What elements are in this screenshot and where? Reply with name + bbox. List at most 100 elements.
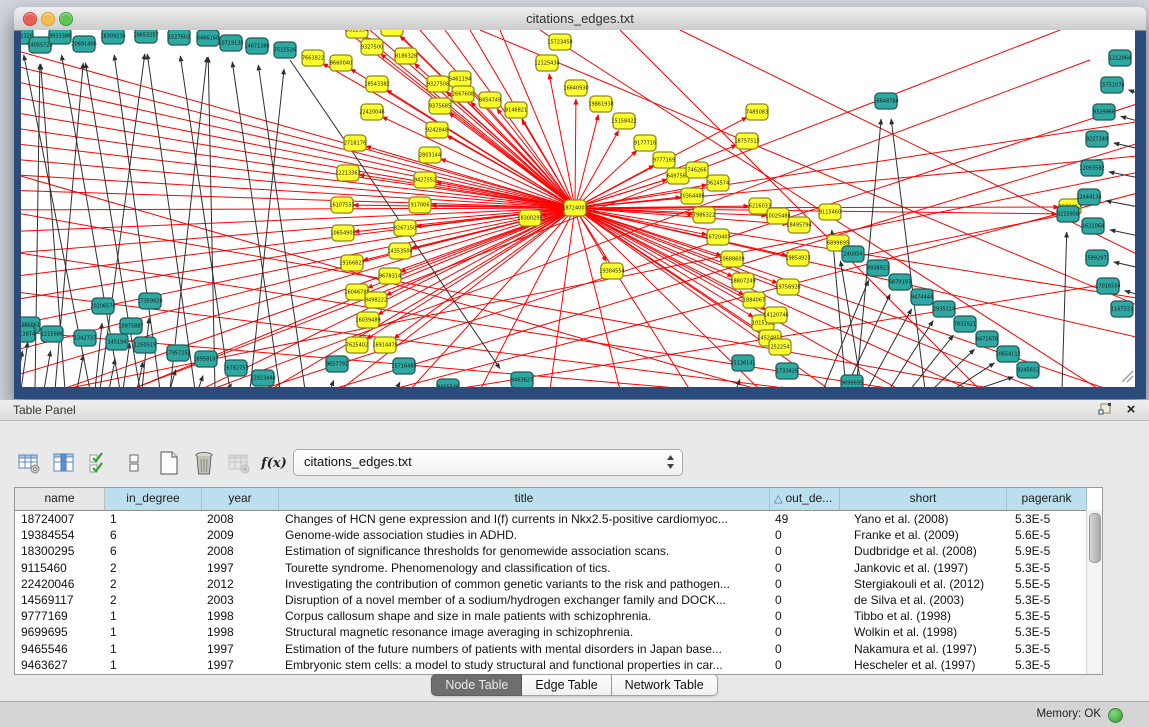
graph-node-label: 9463627 (511, 378, 533, 384)
column-header-in-degree[interactable]: in_degree (105, 488, 202, 510)
close-traffic-light[interactable] (23, 12, 37, 26)
table-row[interactable]: 946362711997Embryonic stem cells: a mode… (15, 657, 1087, 673)
column-header-name[interactable]: name (15, 488, 105, 510)
table-cell: 1997 (202, 641, 279, 657)
table-cell: 5.3E-5 (1007, 608, 1087, 624)
table-row[interactable]: 969969511998Structural magnetic resonanc… (15, 624, 1087, 640)
table-body: 1872400712008Changes of HCN gene express… (15, 511, 1087, 674)
minimize-traffic-light[interactable] (41, 12, 55, 26)
table-selector-value: citations_edges.txt (294, 450, 682, 473)
resize-grip[interactable] (1122, 371, 1133, 382)
deselect-all-button[interactable] (121, 450, 147, 476)
tab-edge-table[interactable]: Edge Table (522, 674, 611, 696)
graph-node-label: 18300295 (517, 216, 542, 222)
table-selector-dropdown[interactable]: citations_edges.txt (293, 449, 683, 476)
graph-edge (35, 64, 40, 387)
table-cell: 5.3E-5 (1007, 592, 1087, 608)
fx-icon: f(x) (261, 456, 287, 471)
zoom-traffic-light[interactable] (59, 12, 73, 26)
graph-edge (891, 119, 925, 387)
graph-node-label: 19854923 (785, 256, 810, 262)
table-cell: Nakamura et al. (1997) (840, 641, 1007, 657)
graph-node-label: 9245652 (1017, 368, 1039, 374)
sort-ascending-icon: △ (774, 493, 782, 505)
table-cell: 2008 (202, 543, 279, 559)
table-cell: 2 (105, 592, 202, 608)
table-cell: 6 (105, 543, 202, 559)
graph-node-label: 9242848 (426, 128, 448, 134)
delete-table-button[interactable] (226, 450, 252, 476)
show-columns-button[interactable] (51, 450, 77, 476)
graph-edge (21, 208, 575, 254)
table-cell: Genome-wide association studies in ADHD. (279, 527, 770, 543)
graph-node-label: 20364486 (679, 194, 704, 200)
table-cell: 5.3E-5 (1007, 560, 1087, 576)
function-builder-button[interactable]: f(x) (261, 450, 287, 476)
close-icon[interactable]: × (1121, 401, 1141, 419)
table-row[interactable]: 1456911722003Disruption of a novel membe… (15, 592, 1087, 608)
table-cell: 1998 (202, 624, 279, 640)
column-header-year[interactable]: year (202, 488, 279, 510)
table-mode-button[interactable] (16, 450, 42, 476)
graph-node-label: 18543382 (364, 82, 389, 88)
delete-column-button[interactable] (191, 450, 217, 476)
table-row[interactable]: 1938455462009Genome-wide association stu… (15, 527, 1087, 543)
graph-node-label: 9699695 (841, 381, 863, 387)
scrollbar-thumb[interactable] (1089, 513, 1101, 563)
table-cell: 2008 (202, 511, 279, 527)
table-row[interactable]: 946554611997Estimation of the future num… (15, 641, 1087, 657)
graph-node-label: 8912954 (346, 30, 368, 34)
select-all-button[interactable] (86, 450, 112, 476)
table-row[interactable]: 1830029562008Estimation of significance … (15, 543, 1087, 559)
graph-edge (21, 208, 575, 210)
graph-node-label: 145194 (107, 340, 126, 346)
graph-node-label: 10654905 (330, 231, 355, 237)
graph-node-label: 8660040 (330, 61, 352, 67)
table-cell: 9115460 (15, 560, 105, 576)
network-canvas[interactable]: 2931326140557249933386206914061830923410… (21, 30, 1135, 387)
graph-edge (845, 294, 890, 387)
graph-node-label: 6466160 (197, 36, 219, 42)
table-type-tabs: Node Table Edge Table Network Table (0, 674, 1149, 696)
table-header-row: name in_degree yeartitle△out_de...shortpag… (15, 488, 1102, 511)
float-window-icon[interactable] (1095, 401, 1115, 419)
graph-node-label: 9375685 (429, 104, 451, 110)
column-header-title[interactable]: title (279, 488, 770, 510)
column-header-pagerank[interactable]: pagerank (1007, 488, 1087, 510)
graph-node-label: 1167533 (1111, 307, 1133, 313)
table-cell: 0 (770, 560, 840, 576)
table-cell: Yano et al. (2008) (840, 511, 1007, 527)
table-cell: Structural magnetic resonance image aver… (279, 624, 770, 640)
graph-node-label: 1212064 (1109, 56, 1131, 62)
tab-node-table[interactable]: Node Table (431, 674, 522, 696)
table-row[interactable]: 1872400712008Changes of HCN gene express… (15, 511, 1087, 527)
table-cell: 0 (770, 641, 840, 657)
vertical-scrollbar[interactable] (1086, 510, 1102, 674)
table-cell: Changes of HCN gene expression and I(f) … (279, 511, 770, 527)
network-window-titlebar[interactable]: citations_edges.txt (14, 7, 1146, 31)
create-column-button[interactable] (156, 450, 182, 476)
graph-node-label: 18757515 (734, 139, 759, 145)
table-cell: de Silva et al. (2003) (840, 592, 1007, 608)
table-row[interactable]: 2242004622012Investigating the contribut… (15, 576, 1087, 592)
graph-node-label: 9115460 (819, 210, 841, 216)
graph-node-label: 14353504 (387, 249, 412, 255)
table-cell: 0 (770, 624, 840, 640)
table-cell: 14569117 (15, 592, 105, 608)
column-header-label: in_degree (126, 491, 179, 505)
graph-node-label: 16107553 (329, 203, 354, 209)
table-cell: 0 (770, 608, 840, 624)
column-header-out-de[interactable]: △out_de... (770, 488, 840, 510)
table-cell: Corpus callosum shape and size in male p… (279, 608, 770, 624)
tab-network-table[interactable]: Network Table (612, 674, 718, 696)
graph-node-label: 8454749 (479, 98, 501, 104)
column-header-short[interactable]: short (840, 488, 1007, 510)
table-row[interactable]: 911546021997Tourette syndrome. Phenomeno… (15, 560, 1087, 576)
table-row[interactable]: 977716911998Corpus callosum shape and si… (15, 608, 1087, 624)
table-cell: 2 (105, 560, 202, 576)
table-cell: Embryonic stem cells: a model to study s… (279, 657, 770, 673)
graph-node-label: 12093582 (1079, 166, 1104, 172)
table-cell: 22420046 (15, 576, 105, 592)
table-cell: 18724007 (15, 511, 105, 527)
memory-ok-indicator[interactable] (1108, 708, 1123, 723)
